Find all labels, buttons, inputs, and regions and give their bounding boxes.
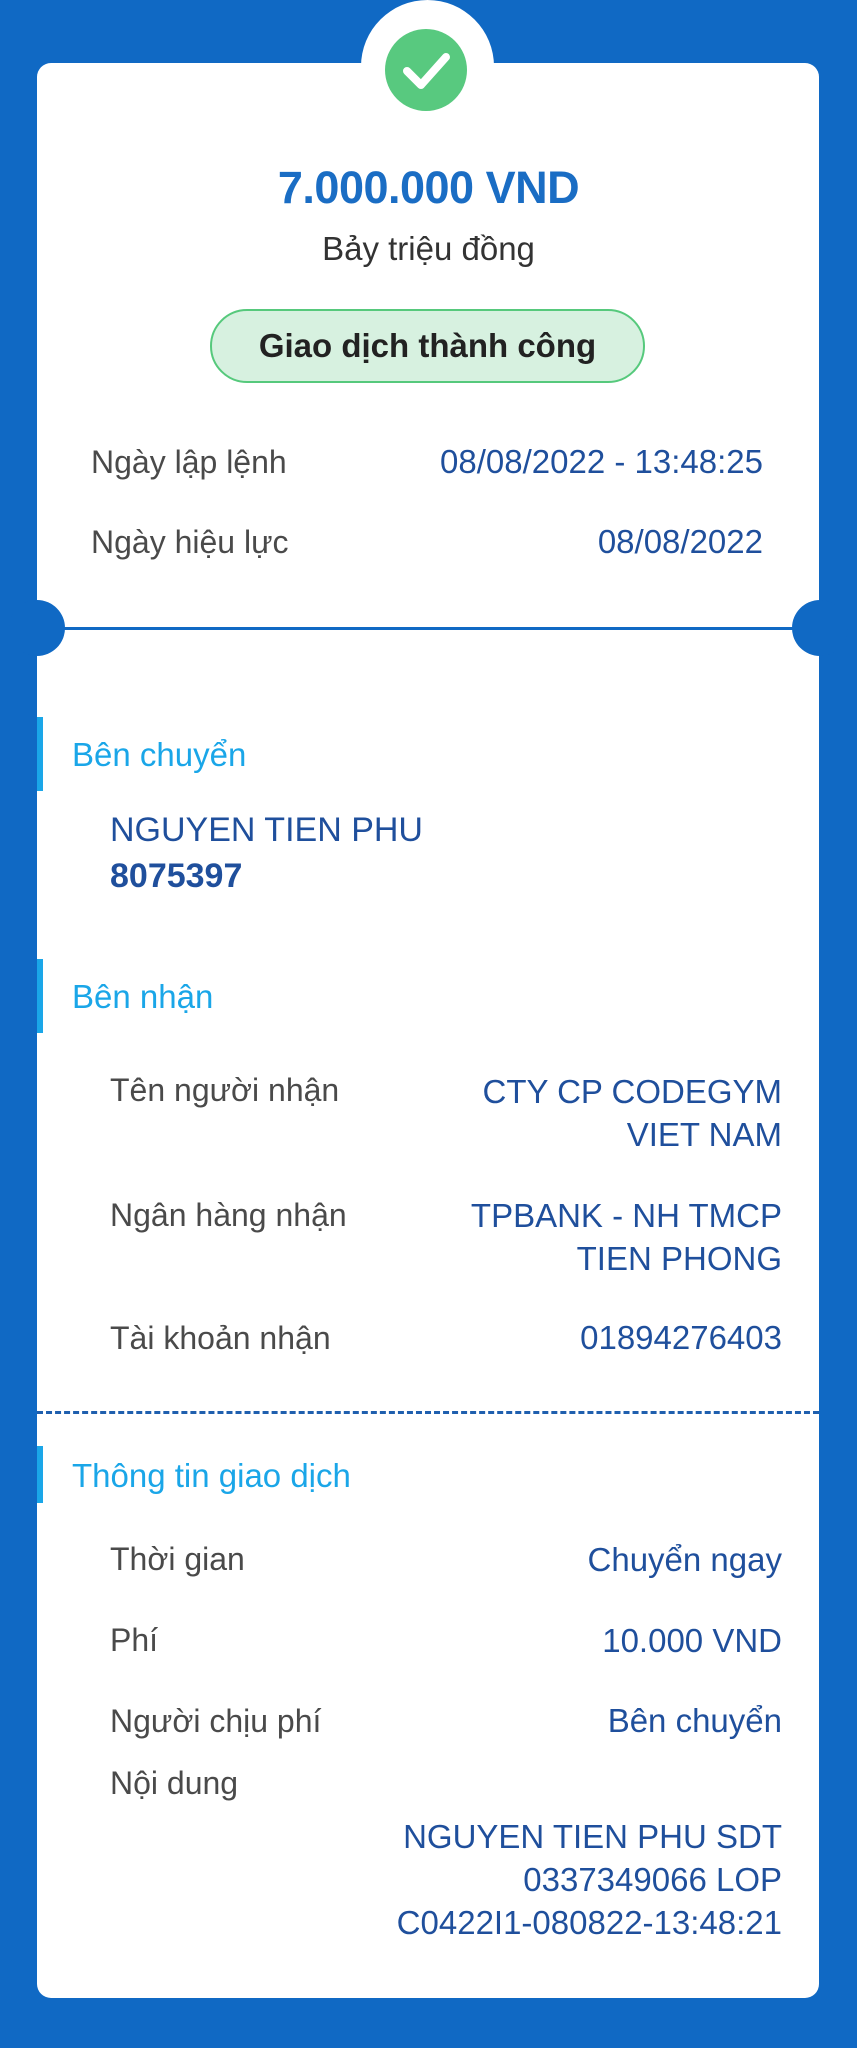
transaction-section-title: Thông tin giao dịch [72, 1457, 351, 1494]
receiver-name-line1: CTY CP CODEGYM [482, 1073, 783, 1110]
fee-payer-label: Người chịu phí [110, 1703, 322, 1739]
left-ticket-notch [9, 600, 65, 656]
receiver-bank-label: Ngân hàng nhận [110, 1197, 347, 1233]
receiver-section-title: Bên nhận [72, 978, 214, 1015]
content-label: Nội dung [110, 1765, 239, 1801]
content-line1: NGUYEN TIEN PHU SDT [403, 1818, 782, 1855]
section-divider [37, 627, 819, 630]
fee-label: Phí [110, 1622, 159, 1658]
created-date-label: Ngày lập lệnh [91, 444, 287, 480]
created-date-value: 08/08/2022 - 13:48:25 [440, 443, 763, 480]
receiver-bank-line2: TIEN PHONG [576, 1240, 782, 1277]
transfer-time-label: Thời gian [110, 1541, 245, 1577]
receiver-section-marker [37, 959, 43, 1033]
sender-name: NGUYEN TIEN PHU [110, 811, 423, 849]
transfer-time-value: Chuyển ngay [587, 1541, 782, 1578]
receiver-account-label: Tài khoản nhận [110, 1320, 331, 1356]
transfer-amount: 7.000.000 VND [277, 162, 580, 213]
success-check-icon [385, 29, 467, 111]
sender-section-marker [37, 717, 43, 791]
fee-value: 10.000 VND [602, 1622, 782, 1659]
sender-account: 8075397 [110, 857, 243, 895]
effective-date-value: 08/08/2022 [597, 523, 763, 560]
amount-in-words: Bảy triệu đồng [322, 230, 535, 267]
receiver-name-label: Tên người nhận [110, 1072, 340, 1108]
right-ticket-notch [792, 600, 848, 656]
sender-section-title: Bên chuyển [72, 736, 247, 773]
receiver-name-value: CTY CP CODEGYM VIET NAM [483, 1070, 783, 1156]
receiver-account-value: 01894276403 [580, 1319, 782, 1356]
content-line2: 0337349066 LOP [523, 1861, 782, 1898]
effective-date-label: Ngày hiệu lực [91, 524, 289, 560]
dashed-divider [37, 1411, 819, 1414]
receiver-name-line2: VIET NAM [626, 1116, 782, 1153]
status-badge: Giao dịch thành công [210, 309, 645, 383]
content-value: NGUYEN TIEN PHU SDT 0337349066 LOP C0422… [397, 1815, 782, 1944]
content-line3: C0422I1-080822-13:48:21 [396, 1904, 782, 1941]
fee-payer-value: Bên chuyển [607, 1702, 782, 1739]
transaction-section-marker [37, 1446, 43, 1503]
receiver-bank-value: TPBANK - NH TMCP TIEN PHONG [471, 1194, 782, 1280]
receiver-bank-line1: TPBANK - NH TMCP [470, 1197, 782, 1234]
